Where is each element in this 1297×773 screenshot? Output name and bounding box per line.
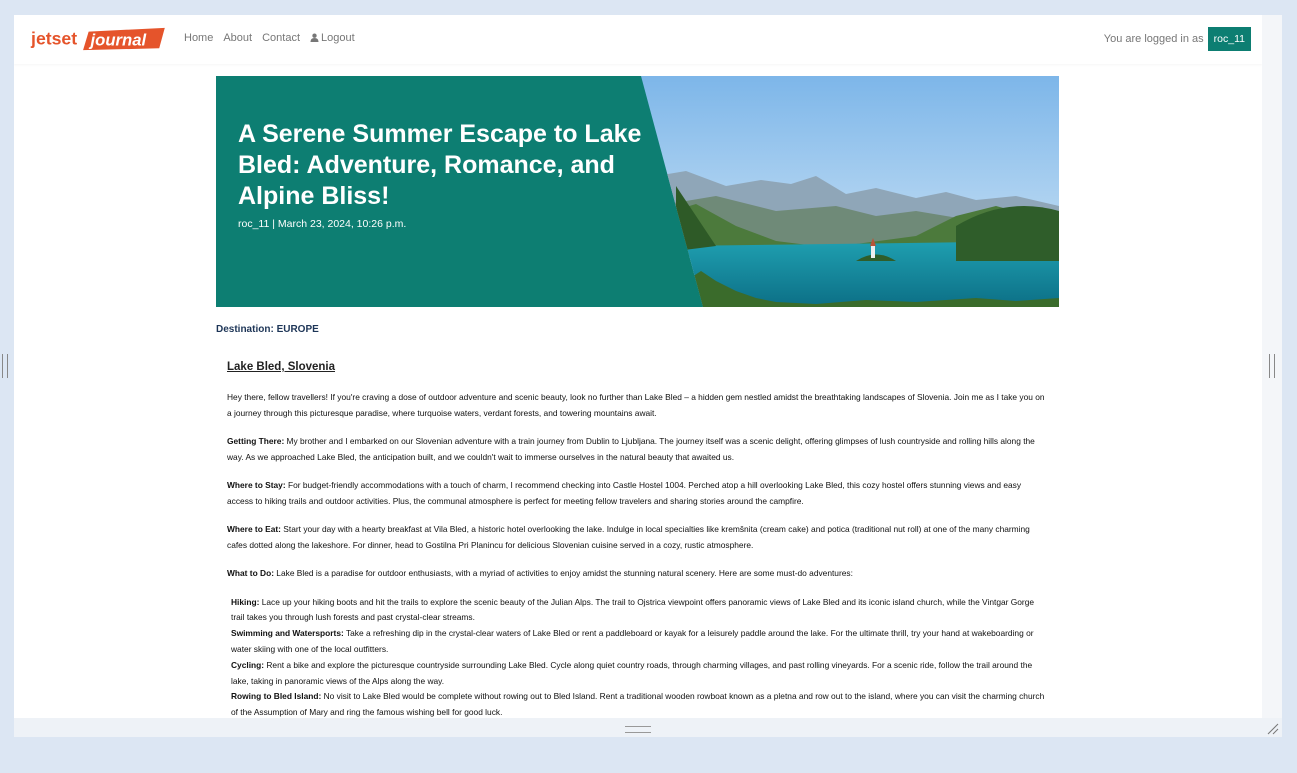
- section-text: My brother and I embarked on our Sloveni…: [227, 436, 1035, 462]
- logged-in-text: You are logged in as: [1103, 33, 1204, 45]
- user-icon: [310, 33, 319, 42]
- left-drag-handle-icon[interactable]: [2, 354, 8, 378]
- list-item: Rowing to Bled Island: No visit to Lake …: [231, 689, 1049, 718]
- username-badge[interactable]: roc_11: [1207, 27, 1251, 51]
- section-where-to-stay: Where to Stay: For budget-friendly accom…: [227, 478, 1049, 510]
- activity-text: Rent a bike and explore the picturesque …: [231, 659, 1033, 686]
- nav-logout-link[interactable]: Logout: [310, 32, 355, 44]
- article-intro: Hey there, fellow travellers! If you're …: [227, 392, 1045, 418]
- section-title: Getting There:: [227, 436, 285, 447]
- navbar: jetset journal Home About Contact Logout…: [14, 15, 1262, 64]
- browser-viewport: jetset journal Home About Contact Logout…: [14, 15, 1262, 718]
- bottom-drag-handle-icon[interactable]: [625, 726, 651, 733]
- resize-corner-icon[interactable]: [1265, 721, 1279, 735]
- post-meta: roc_11 | March 23, 2024, 10:26 p.m.: [238, 218, 407, 230]
- section-where-to-eat: Where to Eat: Start your day with a hear…: [227, 522, 1049, 554]
- article-heading: Lake Bled, Slovenia: [227, 361, 336, 373]
- activity-text: No visit to Lake Bled would be complete …: [231, 691, 1045, 718]
- right-drag-handle-icon[interactable]: [1269, 354, 1275, 378]
- nav-contact-link[interactable]: Contact: [262, 32, 300, 44]
- section-text: Start your day with a hearty breakfast a…: [227, 524, 1030, 551]
- jetset-journal-logo[interactable]: jetset journal: [24, 26, 170, 52]
- logo-text-jetset: jetset: [30, 29, 77, 49]
- activity-title: Swimming and Watersports:: [231, 628, 344, 639]
- section-text: Lake Bled is a paradise for outdoor enth…: [273, 568, 853, 579]
- destination: Destination: EUROPE: [216, 324, 319, 335]
- hero-banner: A Serene Summer Escape to Lake Bled: Adv…: [216, 76, 1059, 307]
- section-title: What to Do:: [227, 568, 274, 579]
- destination-label: Destination:: [216, 324, 274, 335]
- activity-text: Lace up your hiking boots and hit the tr…: [231, 596, 1035, 623]
- nav-about-link[interactable]: About: [223, 32, 252, 44]
- activity-title: Cycling:: [231, 659, 265, 670]
- section-title: Where to Stay:: [227, 480, 286, 491]
- list-item: Swimming and Watersports: Take a refresh…: [231, 626, 1049, 658]
- section-title: Where to Eat:: [227, 524, 281, 535]
- destination-value[interactable]: EUROPE: [277, 324, 319, 335]
- section-text: For budget-friendly accommodations with …: [227, 480, 1022, 506]
- activity-text: Take a refreshing dip in the crystal-cle…: [231, 628, 1034, 655]
- nav-home-link[interactable]: Home: [184, 32, 213, 44]
- list-item: Hiking: Lace up your hiking boots and hi…: [231, 595, 1049, 627]
- logout-label: Logout: [321, 32, 355, 44]
- section-getting-there: Getting There: My brother and I embarked…: [227, 434, 1049, 466]
- activities-list: Hiking: Lace up your hiking boots and hi…: [227, 595, 1049, 718]
- list-item: Cycling: Rent a bike and explore the pic…: [231, 658, 1049, 690]
- logo-text-journal: journal: [89, 31, 147, 50]
- activity-title: Rowing to Bled Island:: [231, 691, 322, 702]
- activity-title: Hiking:: [231, 596, 260, 607]
- post-title: A Serene Summer Escape to Lake Bled: Adv…: [238, 120, 642, 210]
- login-status: You are logged in as roc_11: [1104, 27, 1251, 51]
- section-what-to-do: What to Do: Lake Bled is a paradise for …: [227, 566, 1049, 582]
- article-body: Lake Bled, Slovenia Hey there, fellow tr…: [227, 359, 1049, 718]
